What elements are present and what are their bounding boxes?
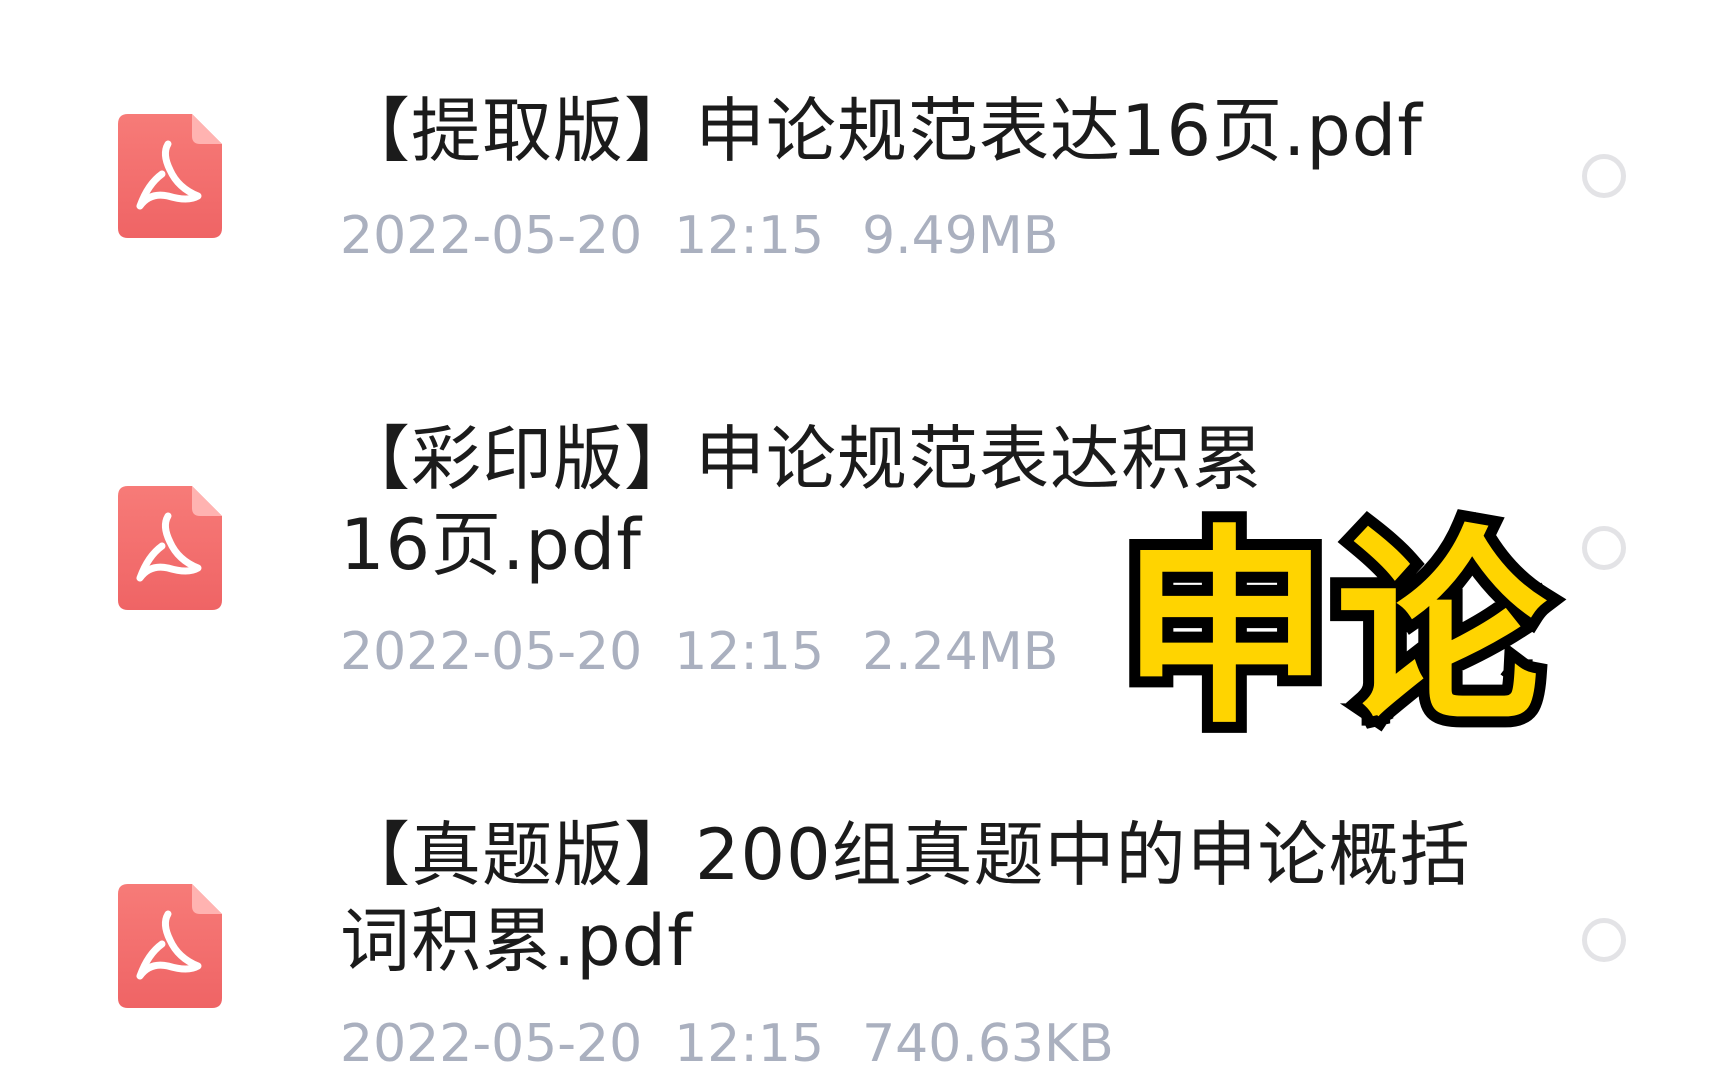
file-time: 12:15	[674, 206, 825, 266]
select-radio-button[interactable]	[1582, 154, 1626, 198]
file-size: 740.63KB	[862, 1014, 1114, 1074]
file-meta: 2022-05-20 12:15 2.24MB	[340, 622, 1058, 682]
pdf-file-icon	[118, 486, 222, 610]
file-date: 2022-05-20	[340, 1014, 643, 1074]
file-size: 9.49MB	[862, 206, 1059, 266]
file-name: 【彩印版】申论规范表达积累16页.pdf	[340, 418, 1263, 586]
file-time: 12:15	[674, 1014, 825, 1074]
file-date: 2022-05-20	[340, 206, 643, 266]
pdf-file-icon	[118, 114, 222, 238]
file-name: 【提取版】申论规范表达16页.pdf	[340, 90, 1423, 172]
file-list-item[interactable]: 【真题版】200组真题中的申论概括词积累.pdf 2022-05-20 12:15…	[0, 760, 1728, 1080]
pdf-file-icon	[118, 884, 222, 1008]
file-size: 2.24MB	[862, 622, 1059, 682]
select-radio-button[interactable]	[1582, 918, 1626, 962]
file-list-screen: 【提取版】申论规范表达16页.pdf 2022-05-20 12:15 9.49MB…	[0, 0, 1728, 1080]
file-meta: 2022-05-20 12:15 9.49MB	[340, 206, 1058, 266]
file-date: 2022-05-20	[340, 622, 643, 682]
file-name: 【真题版】200组真题中的申论概括词积累.pdf	[340, 814, 1471, 982]
file-meta: 2022-05-20 12:15 740.63KB	[340, 1014, 1114, 1074]
file-time: 12:15	[674, 622, 825, 682]
select-radio-button[interactable]	[1582, 526, 1626, 570]
file-list-item[interactable]: 【彩印版】申论规范表达积累16页.pdf 2022-05-20 12:15 2.24…	[0, 360, 1728, 700]
file-list-item[interactable]: 【提取版】申论规范表达16页.pdf 2022-05-20 12:15 9.49MB	[0, 0, 1728, 320]
